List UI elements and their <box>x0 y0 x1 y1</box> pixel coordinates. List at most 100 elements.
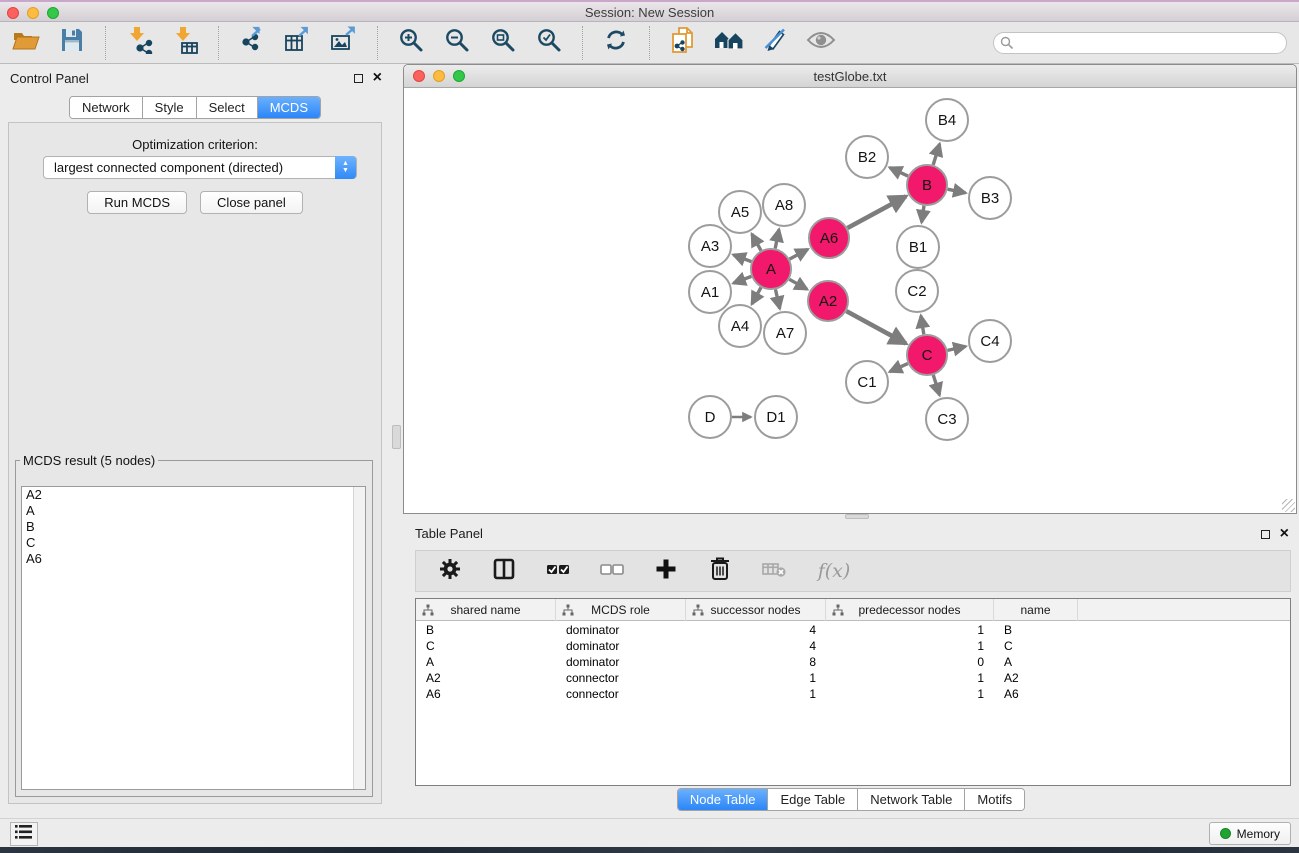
open-session-button[interactable] <box>10 27 42 59</box>
node-C3[interactable]: C3 <box>926 398 968 440</box>
home-view-button[interactable] <box>713 27 745 59</box>
add-column-button[interactable] <box>650 555 682 587</box>
delete-table-button-disabled[interactable] <box>758 555 790 587</box>
node-C[interactable]: C <box>907 335 947 375</box>
node-D1[interactable]: D1 <box>755 396 797 438</box>
column-visibility-button[interactable] <box>488 555 520 587</box>
node-C2[interactable]: C2 <box>896 270 938 312</box>
run-mcds-button[interactable]: Run MCDS <box>87 191 187 214</box>
export-table-button[interactable] <box>282 27 314 59</box>
edge-C-C3[interactable] <box>933 375 939 395</box>
node-B4[interactable]: B4 <box>926 99 968 141</box>
control-tab-style[interactable]: Style <box>143 97 197 118</box>
column-header-MCDS-role[interactable]: MCDS role <box>556 599 686 621</box>
mcds-result-item[interactable]: C <box>22 535 365 551</box>
node-A8[interactable]: A8 <box>763 184 805 226</box>
table-tab-node-table[interactable]: Node Table <box>678 789 769 810</box>
resize-grip-icon[interactable] <box>1282 499 1295 512</box>
search-input[interactable] <box>993 32 1287 54</box>
float-table-panel-icon[interactable] <box>1261 530 1270 539</box>
node-A5[interactable]: A5 <box>719 191 761 233</box>
export-image-button[interactable] <box>328 27 360 59</box>
close-table-panel-icon[interactable]: × <box>1280 528 1289 540</box>
edge-A-A4[interactable] <box>752 287 761 304</box>
edge-A-A6[interactable] <box>790 249 808 259</box>
table-row[interactable]: Cdominator41C <box>416 638 1290 654</box>
table-tab-network-table[interactable]: Network Table <box>858 789 965 810</box>
memory-button[interactable]: Memory <box>1209 822 1291 845</box>
edge-A-A2[interactable] <box>789 279 807 289</box>
edge-A-A7[interactable] <box>776 290 780 309</box>
edge-B-B3[interactable] <box>948 189 966 193</box>
edge-C-C4[interactable] <box>948 346 966 350</box>
delete-column-button[interactable] <box>704 555 736 587</box>
edge-A-A8[interactable] <box>775 230 779 249</box>
edge-A-A1[interactable] <box>733 276 751 283</box>
node-B1[interactable]: B1 <box>897 226 939 268</box>
refresh-button[interactable] <box>600 27 632 59</box>
mcds-result-item[interactable]: A <box>22 503 365 519</box>
horizontal-divider-grip[interactable] <box>845 514 869 519</box>
node-A2[interactable]: A2 <box>808 281 848 321</box>
edge-B-B4[interactable] <box>933 144 939 165</box>
node-A6[interactable]: A6 <box>809 218 849 258</box>
save-session-button[interactable] <box>56 27 88 59</box>
node-A4[interactable]: A4 <box>719 305 761 347</box>
zoom-selected-button[interactable] <box>533 27 565 59</box>
zoom-out-button[interactable] <box>441 27 473 59</box>
node-C1[interactable]: C1 <box>846 361 888 403</box>
node-A3[interactable]: A3 <box>689 225 731 267</box>
edge-C-C2[interactable] <box>921 316 924 335</box>
close-panel-icon[interactable]: × <box>373 72 382 84</box>
table-row[interactable]: Adominator80A <box>416 654 1290 670</box>
edge-C-C1[interactable] <box>890 364 908 372</box>
deselect-all-button[interactable] <box>596 555 628 587</box>
table-settings-button[interactable] <box>434 555 466 587</box>
edge-A-A3[interactable] <box>733 255 751 262</box>
vertical-divider-grip[interactable] <box>392 425 401 449</box>
mcds-result-item[interactable]: A2 <box>22 487 365 503</box>
control-tab-select[interactable]: Select <box>197 97 258 118</box>
network-window-titlebar[interactable]: testGlobe.txt <box>404 65 1296 88</box>
optimization-criterion-select[interactable]: largest connected component (directed) ▲… <box>43 156 357 179</box>
mcds-result-item[interactable]: A6 <box>22 551 365 567</box>
node-C4[interactable]: C4 <box>969 320 1011 362</box>
export-network-button[interactable] <box>236 27 268 59</box>
edge-A6-B[interactable] <box>848 196 906 228</box>
node-A[interactable]: A <box>751 249 791 289</box>
select-all-button[interactable] <box>542 555 574 587</box>
node-D[interactable]: D <box>689 396 731 438</box>
zoom-in-button[interactable] <box>395 27 427 59</box>
node-B3[interactable]: B3 <box>969 177 1011 219</box>
import-table-button[interactable] <box>169 27 201 59</box>
network-canvas[interactable]: A A1 A2 A3 A4 A5 A6 A7 A8 B B1 B2 B3B4 C C1 C2 C3C4 D D1 <box>404 88 1296 513</box>
control-tab-network[interactable]: Network <box>70 97 143 118</box>
import-network-button[interactable] <box>123 27 155 59</box>
edge-A-A5[interactable] <box>752 234 761 251</box>
control-tab-mcds[interactable]: MCDS <box>258 97 320 118</box>
zoom-fit-button[interactable] <box>487 27 519 59</box>
node-A7[interactable]: A7 <box>764 312 806 354</box>
function-builder-button-disabled[interactable]: f(x) <box>812 555 856 587</box>
node-B2[interactable]: B2 <box>846 136 888 178</box>
column-header-predecessor-nodes[interactable]: predecessor nodes <box>826 599 994 621</box>
hide-annotations-button[interactable] <box>759 27 791 59</box>
node-A1[interactable]: A1 <box>689 271 731 313</box>
node-B[interactable]: B <box>907 165 947 205</box>
float-panel-icon[interactable] <box>354 74 363 83</box>
network-graph[interactable]: A A1 A2 A3 A4 A5 A6 A7 A8 B B1 B2 B3B4 C C1 C2 C3C4 D D1 <box>404 88 1296 513</box>
result-scrollbar[interactable] <box>353 487 365 789</box>
duplicate-network-button[interactable] <box>667 27 699 59</box>
column-header-successor-nodes[interactable]: successor nodes <box>686 599 826 621</box>
edge-B-B1[interactable] <box>922 206 924 223</box>
column-header-name[interactable]: name <box>994 599 1078 621</box>
close-panel-button[interactable]: Close panel <box>200 191 303 214</box>
table-row[interactable]: Bdominator41B <box>416 622 1290 638</box>
task-history-button[interactable] <box>10 822 38 846</box>
table-row[interactable]: A6connector11A6 <box>416 686 1290 702</box>
mcds-result-item[interactable]: B <box>22 519 365 535</box>
column-header-shared-name[interactable]: shared name <box>416 599 556 621</box>
edge-A2-C[interactable] <box>846 311 906 343</box>
edge-B-B2[interactable] <box>890 168 908 177</box>
table-tab-motifs[interactable]: Motifs <box>965 789 1024 810</box>
